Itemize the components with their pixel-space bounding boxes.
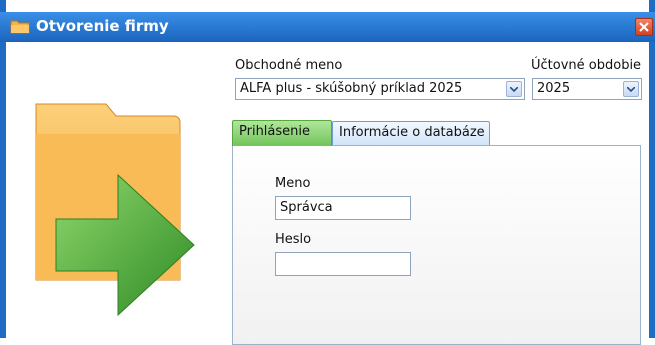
tab-database-info[interactable]: Informácie o databáze bbox=[332, 121, 490, 145]
company-label: Obchodné meno bbox=[235, 58, 343, 73]
dialog-body: Obchodné meno ALFA plus - skúšobný príkl… bbox=[6, 42, 649, 345]
login-panel: Meno Správca Heslo bbox=[232, 145, 641, 345]
period-dropdown-button[interactable] bbox=[623, 81, 639, 97]
dialog-window: Otvorenie firmy Obchodné meno ALFA plus … bbox=[0, 0, 655, 345]
period-value: 2025 bbox=[537, 81, 571, 96]
chevron-down-icon bbox=[627, 87, 635, 92]
chevron-down-icon bbox=[510, 87, 518, 92]
company-select[interactable]: ALFA plus - skúšobný príklad 2025 bbox=[235, 78, 525, 100]
close-icon bbox=[639, 22, 649, 32]
tab-login[interactable]: Prihlásenie bbox=[232, 120, 332, 146]
password-label: Heslo bbox=[275, 232, 312, 247]
name-input[interactable]: Správca bbox=[275, 196, 411, 220]
period-select[interactable]: 2025 bbox=[532, 78, 642, 100]
period-label: Účtovné obdobie bbox=[531, 58, 642, 73]
folder-icon bbox=[10, 18, 30, 34]
title-bar[interactable]: Otvorenie firmy bbox=[0, 12, 655, 42]
name-label: Meno bbox=[275, 176, 311, 191]
close-button[interactable] bbox=[635, 18, 653, 36]
company-dropdown-button[interactable] bbox=[506, 81, 522, 97]
window-title: Otvorenie firmy bbox=[36, 17, 169, 35]
company-value: ALFA plus - skúšobný príklad 2025 bbox=[240, 81, 463, 96]
password-input[interactable] bbox=[275, 252, 411, 276]
folder-arrow-icon bbox=[35, 103, 195, 317]
